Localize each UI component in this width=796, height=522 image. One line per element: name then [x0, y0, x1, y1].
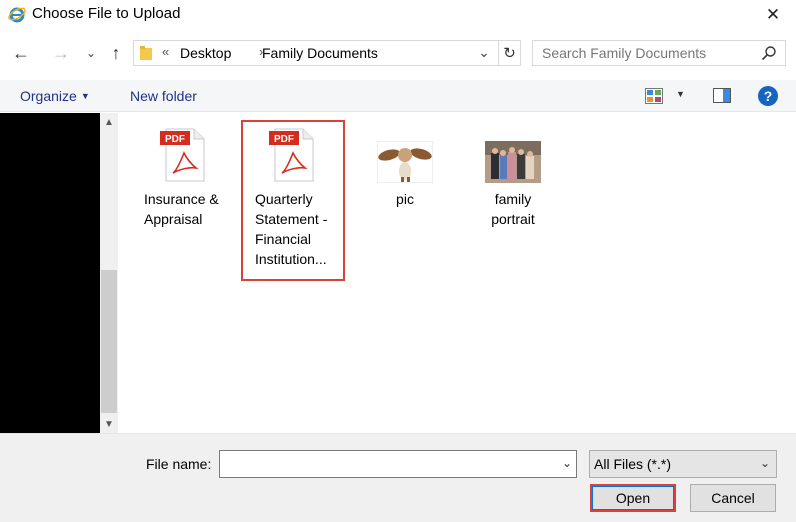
internet-explorer-icon [8, 7, 26, 23]
file-name-line: Appraisal [144, 211, 203, 227]
file-item-quarterly-statement[interactable]: PDF Quarterly Statement - Financial Inst… [241, 120, 345, 281]
chevron-down-icon[interactable]: ⌄ [562, 456, 572, 470]
preview-pane-icon[interactable] [713, 88, 731, 103]
scroll-thumb[interactable] [101, 270, 117, 413]
change-view-icon[interactable] [645, 88, 663, 104]
file-name-line: Insurance & [144, 191, 219, 207]
open-button[interactable]: Open [590, 484, 676, 512]
file-item-pic[interactable]: pic [353, 141, 457, 209]
file-name-line: Quarterly [255, 191, 313, 207]
organize-button[interactable]: Organize ▼ [20, 88, 90, 104]
file-name-combobox[interactable]: ⌄ [219, 450, 577, 478]
scroll-down-icon[interactable]: ▼ [100, 415, 118, 433]
address-bar[interactable]: « Desktop › Family Documents ⌄ ↻ [133, 40, 521, 66]
image-thumbnail [485, 141, 541, 183]
recent-locations-button[interactable]: ⌄ [80, 42, 102, 64]
file-type-value: All Files (*.*) [594, 456, 672, 472]
pdf-badge: PDF [165, 134, 185, 145]
up-folder-button[interactable]: ↑ [105, 42, 127, 64]
file-name-line: family [494, 191, 532, 207]
address-dropdown-icon[interactable]: ⌄ [474, 44, 494, 61]
file-upload-dialog: Choose File to Upload ✕ ← → ⌄ ↑ « Deskto… [0, 0, 796, 522]
breadcrumb-family-documents[interactable]: Family Documents [262, 45, 378, 61]
organize-label: Organize [20, 88, 77, 104]
file-name: family portrait [461, 189, 565, 229]
chevron-down-icon: ⌄ [759, 456, 770, 470]
folder-icon [140, 46, 152, 60]
file-name-label: File name: [146, 456, 212, 472]
cancel-button[interactable]: Cancel [690, 484, 776, 512]
scroll-up-icon[interactable]: ▲ [100, 113, 118, 131]
search-box[interactable] [532, 40, 786, 66]
search-icon[interactable] [761, 45, 777, 61]
refresh-button[interactable]: ↻ [498, 41, 520, 65]
file-name-line: pic [396, 191, 414, 207]
breadcrumb-desktop[interactable]: Desktop [180, 45, 231, 61]
forward-button[interactable]: → [50, 42, 72, 64]
file-item-insurance-appraisal[interactable]: PDF Insurance & Appraisal [132, 127, 236, 229]
arrow-right-icon: → [52, 42, 70, 63]
arrow-left-icon: ← [12, 42, 30, 63]
title-bar: Choose File to Upload ✕ [0, 0, 796, 30]
refresh-icon: ↻ [503, 45, 516, 62]
help-icon[interactable]: ? [758, 86, 778, 106]
file-name: Insurance & Appraisal [132, 189, 236, 229]
chevron-down-icon: ⌄ [85, 46, 97, 60]
new-folder-button[interactable]: New folder [130, 88, 197, 104]
search-input[interactable] [534, 42, 754, 64]
command-bar: Organize ▼ New folder ▼ ? [0, 80, 796, 112]
navigation-scrollbar[interactable]: ▲ ▼ [100, 113, 118, 433]
file-name-line: Institution... [255, 251, 327, 267]
navigation-pane[interactable] [0, 113, 100, 433]
back-button[interactable]: ← [10, 42, 32, 64]
file-name: Quarterly Statement - Financial Institut… [243, 189, 343, 269]
file-list: PDF Insurance & Appraisal PDF Quarterly … [118, 113, 796, 433]
pdf-badge: PDF [274, 134, 294, 145]
file-name-line: portrait [491, 211, 535, 227]
image-thumbnail [377, 141, 433, 183]
close-icon: ✕ [765, 5, 781, 24]
dialog-footer: File name: ⌄ All Files (*.*) ⌄ Open Canc… [0, 433, 796, 522]
view-options-caret-icon[interactable]: ▼ [676, 89, 685, 99]
file-item-family-portrait[interactable]: family portrait [461, 141, 565, 229]
file-name-input[interactable] [220, 451, 550, 477]
file-name-line: Statement - [255, 211, 328, 227]
caret-down-icon: ▼ [80, 91, 90, 101]
file-type-select[interactable]: All Files (*.*) ⌄ [589, 450, 777, 478]
pdf-icon: PDF [160, 128, 205, 182]
pdf-icon: PDF [269, 128, 314, 182]
overflow-chevron-icon[interactable]: « [162, 44, 169, 59]
close-button[interactable]: ✕ [750, 0, 796, 30]
dialog-title: Choose File to Upload [32, 5, 181, 22]
arrow-up-icon: ↑ [111, 42, 121, 63]
file-name: pic [353, 189, 457, 209]
file-name-line: Financial [255, 231, 312, 247]
